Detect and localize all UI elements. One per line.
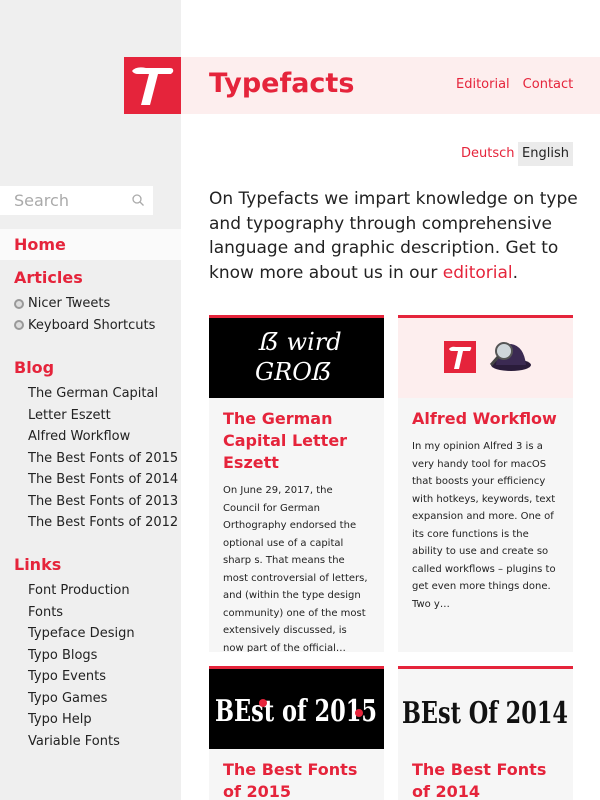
top-nav: Editorial Contact [456, 77, 573, 92]
blog-item[interactable]: Alfred Workflow [28, 426, 178, 448]
blog-item[interactable]: Letter Eszett [28, 405, 178, 427]
article-card[interactable]: BEst Of 2014 The Best Fonts of 2014 [398, 666, 573, 800]
links-item[interactable]: Typo Events [28, 666, 135, 688]
nav-editorial[interactable]: Editorial [456, 77, 510, 92]
plus-circle-icon [14, 320, 24, 331]
nav-home[interactable]: Home [0, 229, 181, 260]
typefacts-logo[interactable] [124, 57, 181, 114]
links-item[interactable]: Typo Games [28, 688, 135, 710]
eszett-image-bottom-text: GROẞ [255, 358, 332, 386]
editorial-link[interactable]: editorial [443, 263, 513, 283]
links-item[interactable]: Typeface Design [28, 623, 135, 645]
best-fonts-2015-image-text: BEst of 2015 [215, 694, 377, 729]
plus-circle-icon [14, 298, 24, 309]
blog-item[interactable]: The Best Fonts of 2014 [28, 469, 178, 491]
card-title[interactable]: The Best Fonts of 2015 [209, 749, 384, 800]
lang-english[interactable]: English [518, 142, 573, 166]
card-excerpt: On June 29, 2017, the Council for German… [223, 485, 368, 652]
articles-item[interactable]: Keyboard Shortcuts [14, 315, 155, 337]
lang-deutsch[interactable]: Deutsch [461, 146, 515, 161]
links-item[interactable]: Variable Fonts [28, 731, 135, 753]
blog-list: The German Capital Letter Eszett Alfred … [28, 383, 178, 534]
blog-item[interactable]: The German Capital [28, 383, 178, 405]
alfred-image [398, 318, 573, 398]
articles-list: Nicer Tweets Keyboard Shortcuts [14, 293, 155, 336]
blog-item[interactable]: The Best Fonts of 2013 [28, 491, 178, 513]
card-title[interactable]: The German Capital Letter Eszett [209, 398, 384, 474]
nav-links[interactable]: Links [14, 555, 61, 574]
search-input[interactable] [0, 186, 120, 215]
article-card[interactable]: ẞ wird GROẞ The German Capital Letter Es… [209, 315, 384, 652]
eszett-image-top-text: ẞ wird [258, 328, 342, 356]
links-item[interactable]: Font Production [28, 580, 135, 602]
links-item[interactable]: Typo Blogs [28, 645, 135, 667]
nav-blog[interactable]: Blog [14, 358, 54, 377]
search-icon[interactable] [132, 194, 144, 206]
search-box [0, 186, 153, 215]
links-item[interactable]: Typo Help [28, 709, 135, 731]
best-fonts-2015-image: BEst of 2015 [209, 669, 384, 749]
card-title[interactable]: The Best Fonts of 2014 [398, 749, 573, 800]
best-fonts-2014-image: BEst Of 2014 [398, 669, 573, 749]
card-title[interactable]: Alfred Workflow [398, 398, 573, 430]
links-list: Font Production Fonts Typeface Design Ty… [28, 580, 135, 752]
brand-title[interactable]: Typefacts [209, 68, 354, 99]
best-fonts-2014-image-text: BEst Of 2014 [402, 696, 568, 731]
card-excerpt: In my opinion Alfred 3 is a very handy t… [412, 441, 556, 610]
eszett-image: ẞ wird GROẞ [209, 318, 384, 398]
intro-text: On Typefacts we impart knowledge on type… [209, 189, 578, 283]
typefacts-logo-icon [124, 57, 181, 114]
nav-contact[interactable]: Contact [523, 77, 574, 92]
nav-articles[interactable]: Articles [14, 268, 83, 287]
links-item[interactable]: Fonts [28, 602, 135, 624]
articles-item[interactable]: Nicer Tweets [14, 293, 155, 315]
nav-home-label: Home [14, 235, 66, 254]
article-card[interactable]: Alfred Workflow In my opinion Alfred 3 i… [398, 315, 573, 652]
blog-item[interactable]: The Best Fonts of 2015 [28, 448, 178, 470]
article-card[interactable]: BEst of 2015 The Best Fonts of 2015 [209, 666, 384, 800]
blog-item[interactable]: The Best Fonts of 2012 [28, 512, 178, 534]
